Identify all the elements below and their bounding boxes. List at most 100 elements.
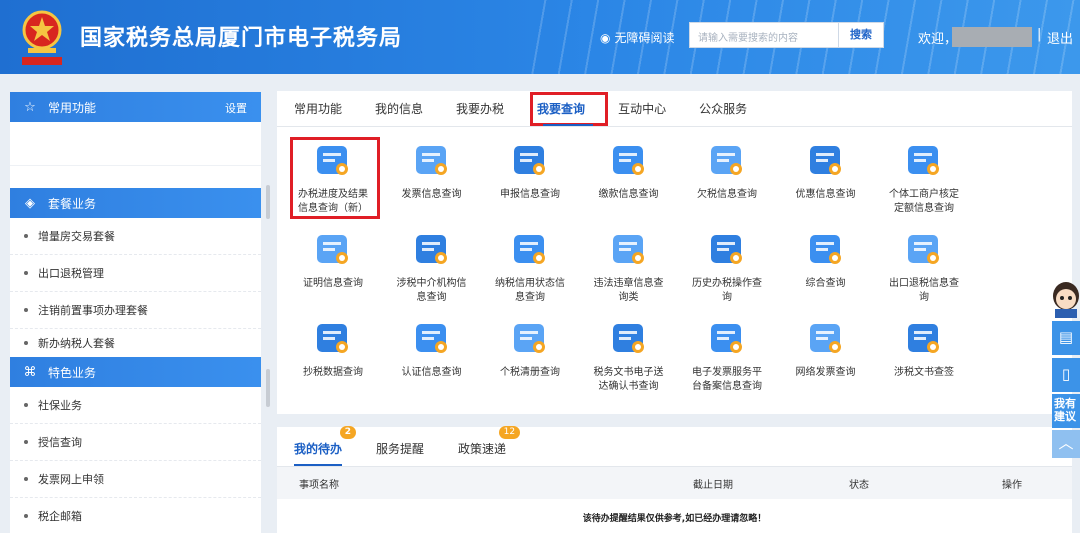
query-item[interactable]: 税务文书电子送 达确认书查询 <box>581 319 677 394</box>
todo-tabs: 我的待办 2 服务提醒 政策速递 12 <box>277 426 1072 467</box>
query-item[interactable]: 优惠信息查询 <box>778 141 874 202</box>
tab-common[interactable]: 常用功能 <box>294 100 342 117</box>
tax-document-icon <box>612 324 644 353</box>
sidebar-item-label: 注销前置事项办理套餐 <box>38 304 148 317</box>
sidebar-item[interactable]: 注销前置事项办理套餐 <box>10 292 261 329</box>
bullet-dot <box>24 308 28 312</box>
tab-policy-express[interactable]: 政策速递 12 <box>458 426 521 466</box>
query-item[interactable]: 违法违章信息查 询类 <box>581 230 677 305</box>
query-item[interactable]: 个体工商户核定 定额信息查询 <box>876 141 972 216</box>
query-item[interactable]: 电子发票服务平 台备案信息查询 <box>679 319 775 394</box>
sidebar-item[interactable]: 授信查询 <box>10 424 261 461</box>
query-item-label: 出口退税信息查询 <box>889 278 959 303</box>
tab-public-service[interactable]: 公众服务 <box>699 100 747 117</box>
sidebar-common-header[interactable]: ☆ 常用功能 设置 <box>10 92 261 122</box>
sidebar-item-label: 授信查询 <box>38 436 82 449</box>
query-item[interactable]: 纳税信用状态信 息查询 <box>482 230 578 305</box>
query-item[interactable]: 历史办税操作查询 <box>679 230 775 305</box>
bullet-dot <box>24 514 28 518</box>
special-scrollbar[interactable] <box>266 369 270 407</box>
query-item-label: 历史办税操作查询 <box>692 278 762 303</box>
query-item[interactable]: 发票信息查询 <box>384 141 480 202</box>
invoice-query-icon <box>415 146 447 175</box>
active-tab-underline <box>543 124 593 126</box>
query-item[interactable]: 申报信息查询 <box>482 141 578 202</box>
query-item[interactable]: 认证信息查询 <box>384 319 480 380</box>
bullet-dot <box>24 341 28 345</box>
individual-business-icon <box>908 146 939 175</box>
query-item-label: 电子发票服务平 台备案信息查询 <box>692 367 762 392</box>
tab-label: 政策速递 <box>458 442 507 456</box>
query-item[interactable]: 办税进度及结果 信息查询（新） <box>285 141 381 216</box>
todo-notice: 该待办提醒结果仅供参考,如已经办理请忽略！ <box>582 514 767 524</box>
arrears-query-icon <box>711 146 742 175</box>
tab-interaction[interactable]: 互动中心 <box>618 100 666 117</box>
tab-my-todo[interactable]: 我的待办 2 <box>294 426 357 466</box>
col-item-name: 事项名称 <box>299 479 339 491</box>
query-item-label: 涉税中介机构信 息查询 <box>396 278 467 303</box>
query-item[interactable]: 个税清册查询 <box>482 319 578 380</box>
e-invoice-platform-icon <box>711 324 742 353</box>
logout-link[interactable]: 退出 <box>1047 28 1073 47</box>
query-item[interactable]: 欠税信息查询 <box>679 141 775 202</box>
sidebar-item-label: 增量房交易套餐 <box>38 230 115 243</box>
sidebar-item[interactable]: 新办纳税人套餐 <box>10 329 261 357</box>
query-item[interactable]: 缴款信息查询 <box>581 141 677 202</box>
sidebar-package-header[interactable]: ◈ 套餐业务 <box>10 188 261 218</box>
sidebar-item[interactable]: 出口退税管理 <box>10 255 261 292</box>
sidebar-item[interactable]: 发票网上申领 <box>10 461 261 498</box>
bullet-dot <box>24 271 28 275</box>
todo-count-badge: 2 <box>339 426 357 439</box>
site-title: 国家税务总局厦门市电子税务局 <box>80 26 403 51</box>
query-item-label: 证明信息查询 <box>303 278 363 289</box>
network-invoice-icon <box>809 324 841 353</box>
sidebar-special-header[interactable]: ⌘ 特色业务 <box>10 357 261 387</box>
todo-panel: 我的待办 2 服务提醒 政策速递 12 事项名称 截止日期 状态 操作 该待办提醒结… <box>277 426 1072 533</box>
query-item-label: 违法违章信息查 询类 <box>593 278 664 303</box>
sidebar-item-label: 社保业务 <box>38 399 82 412</box>
query-item[interactable]: 证明信息查询 <box>285 230 381 291</box>
query-item[interactable]: 涉税中介机构信 息查询 <box>384 230 480 305</box>
consult-button[interactable]: ▤ <box>1052 321 1080 355</box>
query-item-label: 缴款信息查询 <box>598 189 659 200</box>
username-redacted <box>952 27 1032 47</box>
tab-tax-handling[interactable]: 我要办税 <box>456 100 504 117</box>
sidebar-item[interactable]: 税企邮箱 <box>10 498 261 533</box>
tab-label: 我的待办 <box>294 442 343 456</box>
tab-my-info[interactable]: 我的信息 <box>375 100 423 117</box>
personal-tax-list-icon <box>514 324 545 353</box>
back-to-top-button[interactable]: ︿ <box>1052 430 1080 458</box>
query-item-label: 发票信息查询 <box>401 189 462 200</box>
chevron-up-icon: ︿ <box>1058 434 1074 452</box>
sidebar-item[interactable]: 增量房交易套餐 <box>10 218 261 255</box>
search-button[interactable]: 搜索 <box>838 22 884 48</box>
query-item[interactable]: 涉税文书查签 <box>876 319 972 380</box>
bullet-dot <box>24 234 28 238</box>
history-operation-icon <box>711 235 742 264</box>
query-item[interactable]: 网络发票查询 <box>778 319 874 380</box>
query-item[interactable]: 抄税数据查询 <box>285 319 381 380</box>
query-item-label: 认证信息查询 <box>401 367 462 378</box>
query-item-label: 抄税数据查询 <box>303 367 363 378</box>
site-header: 国家税务总局厦门市电子税务局 ◉ 无障碍阅读 请输入需要搜索的内容 搜索 欢迎，… <box>0 0 1080 74</box>
query-item[interactable]: 综合查询 <box>778 230 874 291</box>
package-scrollbar[interactable] <box>266 185 270 219</box>
feedback-button[interactable]: 我有建议 <box>1052 394 1080 428</box>
layers-icon: ◈ <box>25 195 35 211</box>
tab-service-reminder[interactable]: 服务提醒 <box>376 440 424 466</box>
sidebar: ☆ 常用功能 设置 ◈ 套餐业务 增量房交易套餐 出口退税管理 注销前置事项办理… <box>10 92 270 533</box>
authentication-query-icon <box>415 324 447 353</box>
sidebar-item[interactable]: 社保业务 <box>10 387 261 424</box>
sidebar-common-label: 常用功能 <box>48 100 97 115</box>
tax-copy-data-icon <box>317 324 348 353</box>
search-input[interactable]: 请输入需要搜索的内容 <box>689 22 839 48</box>
bullet-dot <box>24 477 28 481</box>
query-item[interactable]: 出口退税信息查询 <box>876 230 972 305</box>
accessibility-link[interactable]: ◉ 无障碍阅读 <box>600 29 675 46</box>
bullet-dot <box>24 403 28 407</box>
assistant-avatar-icon[interactable] <box>1049 280 1080 318</box>
guide-button[interactable]: ▯ <box>1052 358 1080 392</box>
declaration-query-icon <box>514 146 545 175</box>
settings-link[interactable]: 设置 <box>225 100 247 116</box>
policy-count-badge: 12 <box>498 426 521 439</box>
